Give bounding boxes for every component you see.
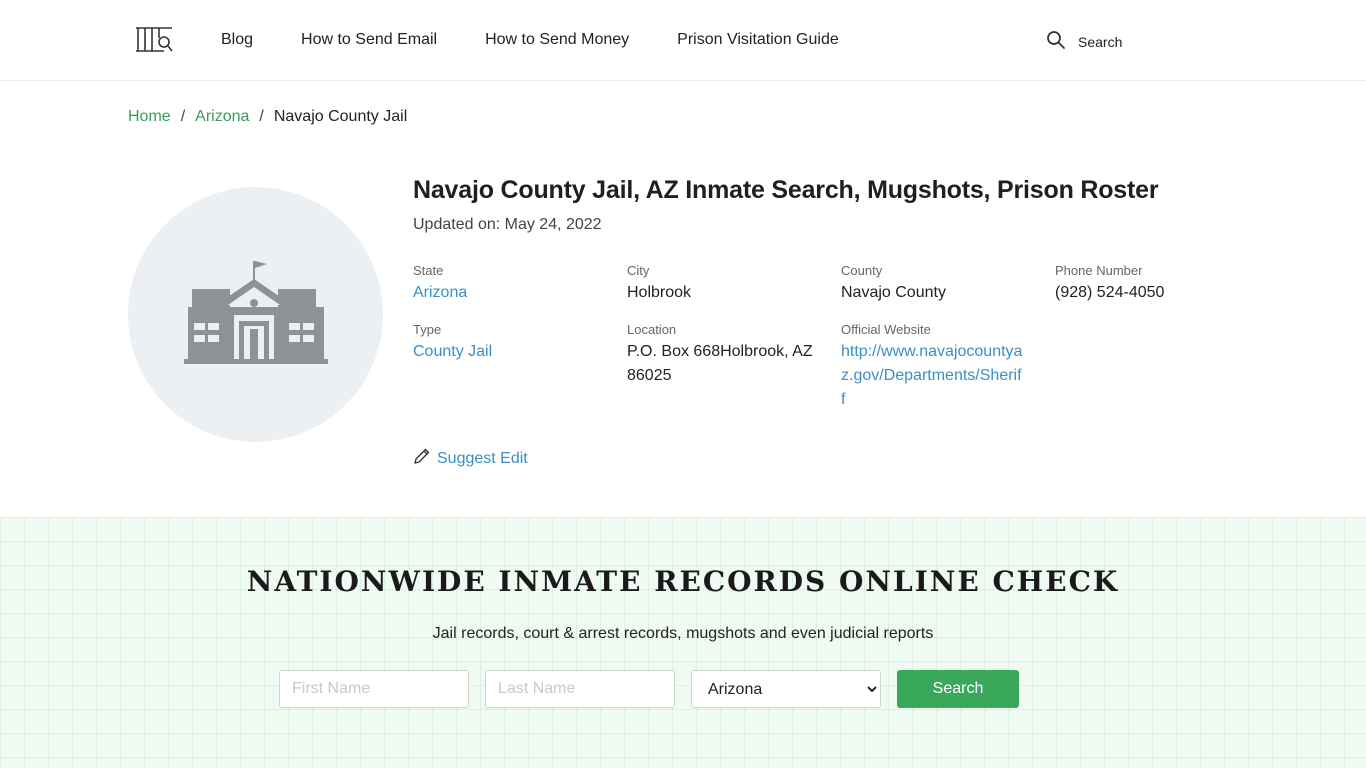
- site-header: Blog How to Send Email How to Send Money…: [0, 0, 1366, 81]
- main-nav: Blog How to Send Email How to Send Money…: [221, 30, 887, 50]
- prison-bars-logo-icon[interactable]: [134, 26, 174, 54]
- breadcrumb-current: Navajo County Jail: [273, 108, 408, 125]
- records-search-form: Arizona Search: [279, 670, 1019, 708]
- state-select[interactable]: Arizona: [691, 670, 881, 708]
- records-search-title: NATIONWIDE INMATE RECORDS ONLINE CHECK: [246, 565, 1120, 598]
- city-value: Holbrook: [627, 284, 692, 301]
- info-label: City: [627, 263, 650, 278]
- nav-how-to-send-money[interactable]: How to Send Money: [485, 30, 629, 50]
- pencil-icon: [413, 447, 431, 470]
- info-city: City Holbrook: [627, 263, 817, 305]
- info-type: Type County Jail: [413, 322, 603, 364]
- page-title: Navajo County Jail, AZ Inmate Search, Mu…: [413, 176, 1159, 204]
- nav-prison-visitation-guide[interactable]: Prison Visitation Guide: [677, 30, 839, 50]
- breadcrumb-home[interactable]: Home: [128, 107, 171, 127]
- info-label: Type: [413, 322, 442, 337]
- suggest-edit-label: Suggest Edit: [437, 449, 528, 467]
- header-search-button[interactable]: Search: [1046, 30, 1122, 53]
- header-search-label: Search: [1078, 33, 1123, 50]
- info-state: State Arizona: [413, 263, 603, 305]
- last-name-input[interactable]: [485, 670, 675, 708]
- suggest-edit-link[interactable]: Suggest Edit: [413, 447, 528, 470]
- records-search-button[interactable]: Search: [897, 670, 1019, 708]
- info-phone: Phone Number (928) 524-4050: [1055, 263, 1245, 305]
- info-label: State: [413, 263, 444, 278]
- government-building-icon: [183, 259, 328, 370]
- official-website-link[interactable]: http://www.navajocountyaz.gov/Department…: [841, 340, 1023, 412]
- info-label: Phone Number: [1055, 263, 1143, 278]
- info-label: County: [841, 263, 883, 278]
- updated-date: Updated on: May 24, 2022: [413, 216, 602, 233]
- records-search-section: NATIONWIDE INMATE RECORDS ONLINE CHECK J…: [0, 517, 1366, 768]
- first-name-input[interactable]: [279, 670, 469, 708]
- info-label: Official Website: [841, 322, 931, 337]
- state-link[interactable]: Arizona: [413, 281, 603, 305]
- nav-how-to-send-email[interactable]: How to Send Email: [301, 30, 437, 50]
- type-link[interactable]: County Jail: [413, 340, 603, 364]
- nav-blog[interactable]: Blog: [221, 30, 253, 50]
- breadcrumb-arizona[interactable]: Arizona: [195, 107, 249, 127]
- info-county: County Navajo County: [841, 263, 1031, 305]
- info-label: Location: [627, 322, 677, 337]
- breadcrumb-separator: /: [259, 108, 264, 125]
- breadcrumb-separator: /: [180, 108, 186, 125]
- facility-image: [128, 187, 383, 442]
- search-icon: [1046, 30, 1066, 53]
- info-location: Location P.O. Box 668Holbrook, AZ 86025: [627, 322, 817, 388]
- county-value: Navajo County: [841, 284, 946, 301]
- phone-value: (928) 524-4050: [1055, 284, 1165, 301]
- location-value: P.O. Box 668Holbrook, AZ 86025: [627, 343, 813, 384]
- records-search-subtitle: Jail records, court & arrest records, mu…: [432, 625, 934, 642]
- info-website: Official Website http://www.navajocounty…: [841, 322, 1031, 412]
- breadcrumb: Home / Arizona / Navajo County Jail: [128, 107, 407, 127]
